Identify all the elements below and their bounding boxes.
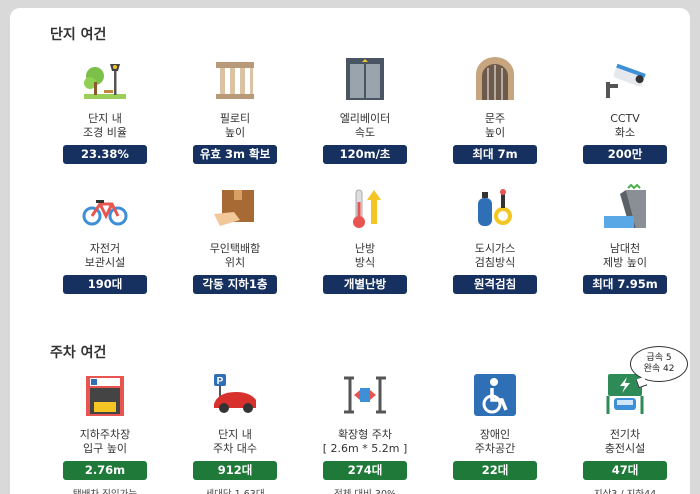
piloti-icon [216,62,254,99]
complex-item: 자전거 보관시설 190대 [40,184,170,314]
value-badge: 47대 [583,461,667,480]
parcel-box-icon [214,190,254,226]
parking-item: 전기차 충전시설 47대 지상3 / 지하44 [560,370,690,494]
value-badge: 200만 [583,145,667,164]
value-badge: 최대 7m [453,145,537,164]
parking-item: 지하주차장 입구 높이 2.76m 택배차 진입가능 [40,370,170,494]
value-badge: 각동 지하1층 [193,275,277,294]
wheelchair-icon [474,374,516,416]
value-badge: 2.76m [63,461,147,480]
value-badge: 22대 [453,461,537,480]
complex-item: 난방 방식 개별난방 [300,184,430,314]
value-badge: 유효 3m 확보 [193,145,277,164]
parking-section-title: 주차 여건 [50,345,107,361]
complex-item: 남대천 제방 높이 최대 7.95m [560,184,690,314]
value-badge: 23.38% [63,145,147,164]
parking-item: 확장형 주차 [ 2.6m * 5.2m ] 274대 전체 대비 30% [300,370,430,494]
value-badge: 120m/초 [323,145,407,164]
elevator-icon [346,58,384,100]
complex-item: 단지 내 조경 비율 23.38% [40,54,170,184]
value-badge: 190대 [63,275,147,294]
cctv-icon [606,63,646,98]
landscape-icon [84,64,126,99]
note-text: 지상3 / 지하44 [560,486,690,494]
embankment-icon [604,184,646,228]
parking-item: P 단지 내 주차 대수 912대 세대당 1.63대 [170,370,300,494]
complex-item: 무인택배함 위치 각동 지하1층 [170,184,300,314]
value-badge: 274대 [323,461,407,480]
complex-item: 필로티 높이 유효 3m 확보 [170,54,300,184]
complex-item: 도시가스 검침방식 원격검침 [430,184,560,314]
heating-icon [353,189,381,228]
value-badge: 원격검침 [453,275,537,294]
car-parking-icon: P [214,374,256,413]
complex-section-title: 단지 여건 [50,27,107,43]
note-text: 전체 대비 30% [300,486,430,494]
complex-grid: 단지 내 조경 비율 23.38% 필로티 높이 유효 3m 확보 엘리베이터 … [40,54,690,314]
value-badge: 912대 [193,461,277,480]
bicycle-icon [82,200,128,226]
gate-icon [476,57,514,100]
ev-charger-speech-bubble: 급속 5 완속 42 [630,346,688,382]
complex-item: 문주 높이 최대 7m [430,54,560,184]
info-panel: 단지 여건 단지 내 조경 비율 23.38% 필로티 높이 유효 3m 확보 … [10,8,690,494]
complex-item: 엘리베이터 속도 120m/초 [300,54,430,184]
value-badge: 최대 7.95m [583,275,667,294]
svg-text:P: P [217,376,224,387]
parking-grid: 지하주차장 입구 높이 2.76m 택배차 진입가능 P 단지 내 주차 대수 … [40,370,690,494]
note-text: 세대당 1.63대 [170,486,300,494]
gas-meter-icon [478,189,512,226]
value-badge: 개별난방 [323,275,407,294]
complex-item: CCTV 화소 200만 [560,54,690,184]
note-text: 택배차 진입가능 [40,486,170,494]
wide-parking-icon [344,376,386,414]
parking-garage-icon [86,376,124,416]
parking-item: 장애인 주차공간 22대 [430,370,560,494]
